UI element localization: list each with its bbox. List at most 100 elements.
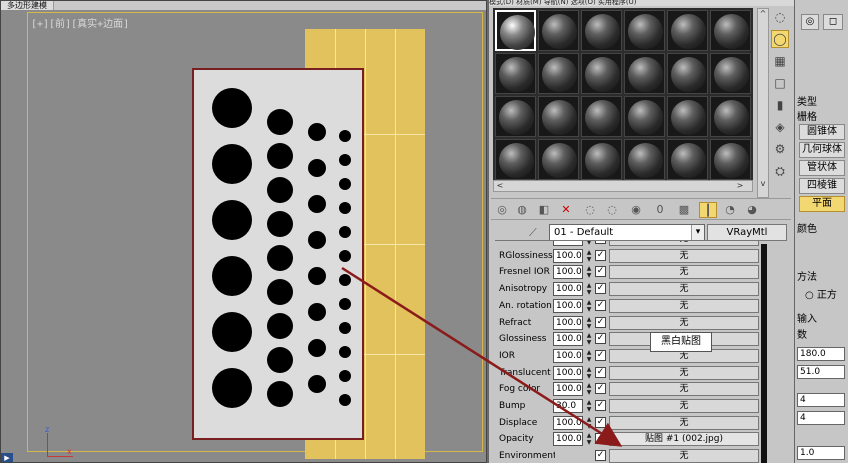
spinner-icon[interactable]: ▲▼ xyxy=(585,282,593,296)
material-id-channel-icon[interactable]: 0 xyxy=(651,202,669,218)
go-forward-sibling-icon[interactable]: ◕ xyxy=(743,202,761,218)
map-amount-field[interactable]: 100.0 xyxy=(553,382,583,397)
map-enable-checkbox[interactable]: ✓ xyxy=(595,283,606,295)
map-amount-field[interactable]: 100.0 xyxy=(553,241,583,246)
material-slot[interactable] xyxy=(581,96,622,137)
map-slot-button[interactable]: 无 xyxy=(609,298,759,313)
slots-vertical-scrollbar[interactable]: ^ v xyxy=(757,8,769,198)
map-amount-field[interactable]: 100.0 xyxy=(553,432,583,447)
spinner-icon[interactable]: ▲▼ xyxy=(585,299,593,313)
map-enable-checkbox[interactable]: ✓ xyxy=(595,349,606,361)
spinner-icon[interactable]: ▲▼ xyxy=(585,399,593,413)
map-amount-field[interactable]: 100.0 xyxy=(553,282,583,297)
viewport-title-tab[interactable]: 多边形建模 xyxy=(1,1,54,10)
spinner-icon[interactable]: ▲▼ xyxy=(585,249,593,263)
material-slot[interactable] xyxy=(667,53,708,94)
map-enable-checkbox[interactable]: ✓ xyxy=(595,266,606,278)
reset-map-icon[interactable]: ✕ xyxy=(557,202,575,218)
cmd-tab-icon[interactable]: ◎ xyxy=(801,14,819,30)
map-amount-field[interactable]: 100.0 xyxy=(553,315,583,330)
map-slot-button[interactable]: 贴图 #1 (002.jpg) xyxy=(609,432,759,447)
options-icon[interactable]: ⚙ xyxy=(771,140,789,158)
material-slot[interactable] xyxy=(581,53,622,94)
map-amount-field[interactable]: 100.0 xyxy=(553,265,583,280)
put-to-scene-icon[interactable]: ◍ xyxy=(513,202,531,218)
map-enable-checkbox[interactable]: ✓ xyxy=(595,400,606,411)
cone-button[interactable]: 圆锥体 xyxy=(799,124,845,140)
scroll-up-icon[interactable]: ^ xyxy=(757,9,769,19)
map-slot-button[interactable]: 无 xyxy=(609,399,759,413)
map-slot-button[interactable]: 无 xyxy=(609,365,759,380)
tube-button[interactable]: 管状体 xyxy=(799,160,845,176)
material-slot[interactable] xyxy=(495,139,536,180)
viewport-corner-icon[interactable]: ▶ xyxy=(1,453,13,462)
map-slot-button[interactable]: 无 xyxy=(609,315,759,330)
spinner-icon[interactable]: ▲▼ xyxy=(585,265,593,279)
map-amount-field[interactable]: 100.0 xyxy=(553,248,583,263)
map-amount-field[interactable]: 100.0 xyxy=(553,332,583,347)
map-slot-button[interactable]: 无 xyxy=(609,415,759,430)
scale-field[interactable]: 1.0 xyxy=(797,446,845,460)
square-radio[interactable]: ○ 正方 xyxy=(805,286,848,301)
material-slot[interactable] xyxy=(667,10,708,51)
map-amount-field[interactable]: 100.0 xyxy=(553,365,583,380)
map-amount-field[interactable]: 100.0 xyxy=(553,348,583,363)
map-slot-button[interactable]: 无 xyxy=(609,282,759,297)
material-slot[interactable] xyxy=(710,53,751,94)
map-slot-button[interactable]: 无 xyxy=(609,449,759,463)
length-field[interactable]: 180.0 xyxy=(797,347,845,361)
material-slot[interactable] xyxy=(667,139,708,180)
make-copy-icon[interactable]: ◌ xyxy=(581,202,599,218)
spinner-icon[interactable]: ▲▼ xyxy=(585,416,593,430)
show-end-result-icon[interactable]: ┃ xyxy=(699,202,717,218)
material-name-field[interactable]: 01 - Default xyxy=(549,224,705,241)
spinner-icon[interactable]: ▲▼ xyxy=(585,316,593,330)
map-slot-button[interactable]: 无 xyxy=(609,248,759,263)
width-field[interactable]: 51.0 xyxy=(797,365,845,379)
put-to-library-icon[interactable]: ◉ xyxy=(627,202,645,218)
cmd-tab2-icon[interactable]: ◻ xyxy=(823,14,843,30)
scroll-left-icon[interactable]: < xyxy=(494,181,506,191)
material-slot[interactable] xyxy=(495,96,536,137)
chevron-down-icon[interactable]: ▾ xyxy=(691,225,704,240)
backlight-icon[interactable]: ◯ xyxy=(771,30,789,48)
viewport-front[interactable]: 多边形建模 [+][前][真实+边面] z x ▶ xyxy=(0,0,487,463)
scroll-right-icon[interactable]: > xyxy=(734,181,746,191)
material-slot[interactable] xyxy=(710,10,751,51)
material-slot[interactable] xyxy=(581,10,622,51)
map-enable-checkbox[interactable]: ✓ xyxy=(595,299,606,311)
material-slot[interactable] xyxy=(538,96,579,137)
sample-type-icon[interactable]: ◌ xyxy=(771,8,789,26)
viewport-label[interactable]: [+][前][真实+边面] xyxy=(31,15,129,30)
map-enable-checkbox[interactable]: ✓ xyxy=(595,333,606,345)
material-slot[interactable] xyxy=(667,96,708,137)
material-slot[interactable] xyxy=(710,139,751,180)
map-slot-button[interactable]: 无 xyxy=(609,265,759,280)
sample-uv-tiling-icon[interactable]: □ xyxy=(771,74,789,92)
make-unique-icon[interactable]: ◌ xyxy=(603,202,621,218)
maps-scrollbar[interactable] xyxy=(761,244,767,463)
map-enable-checkbox[interactable]: ✓ xyxy=(595,383,606,395)
go-to-parent-icon[interactable]: ◔ xyxy=(721,202,739,218)
material-slot[interactable] xyxy=(538,53,579,94)
map-amount-field[interactable]: 100.0 xyxy=(553,298,583,313)
spinner-icon[interactable]: ▲▼ xyxy=(585,432,593,446)
make-preview-icon[interactable]: ◈ xyxy=(771,118,789,136)
plane-button[interactable]: 平面 xyxy=(799,196,845,212)
scroll-down-icon[interactable]: v xyxy=(757,179,769,189)
select-by-material-icon[interactable]: ⛭ xyxy=(771,162,789,180)
width-segs-field[interactable]: 4 xyxy=(797,411,845,425)
map-enable-checkbox[interactable]: ✓ xyxy=(595,316,606,328)
map-enable-checkbox[interactable]: ✓ xyxy=(595,450,606,462)
get-material-icon[interactable]: ◎ xyxy=(493,202,511,218)
map-slot-button[interactable]: 无 xyxy=(609,382,759,397)
material-slot[interactable] xyxy=(624,139,665,180)
map-enable-checkbox[interactable]: ✓ xyxy=(595,249,606,261)
slots-horizontal-scrollbar[interactable]: < > xyxy=(493,180,753,192)
assign-material-icon[interactable]: ◧ xyxy=(535,202,553,218)
show-map-in-viewport-icon[interactable]: ▩ xyxy=(675,202,693,218)
map-enable-checkbox[interactable]: ✓ xyxy=(595,433,606,445)
material-slot[interactable] xyxy=(495,53,536,94)
spinner-icon[interactable]: ▲▼ xyxy=(585,349,593,363)
map-enable-checkbox[interactable]: ✓ xyxy=(595,241,606,244)
